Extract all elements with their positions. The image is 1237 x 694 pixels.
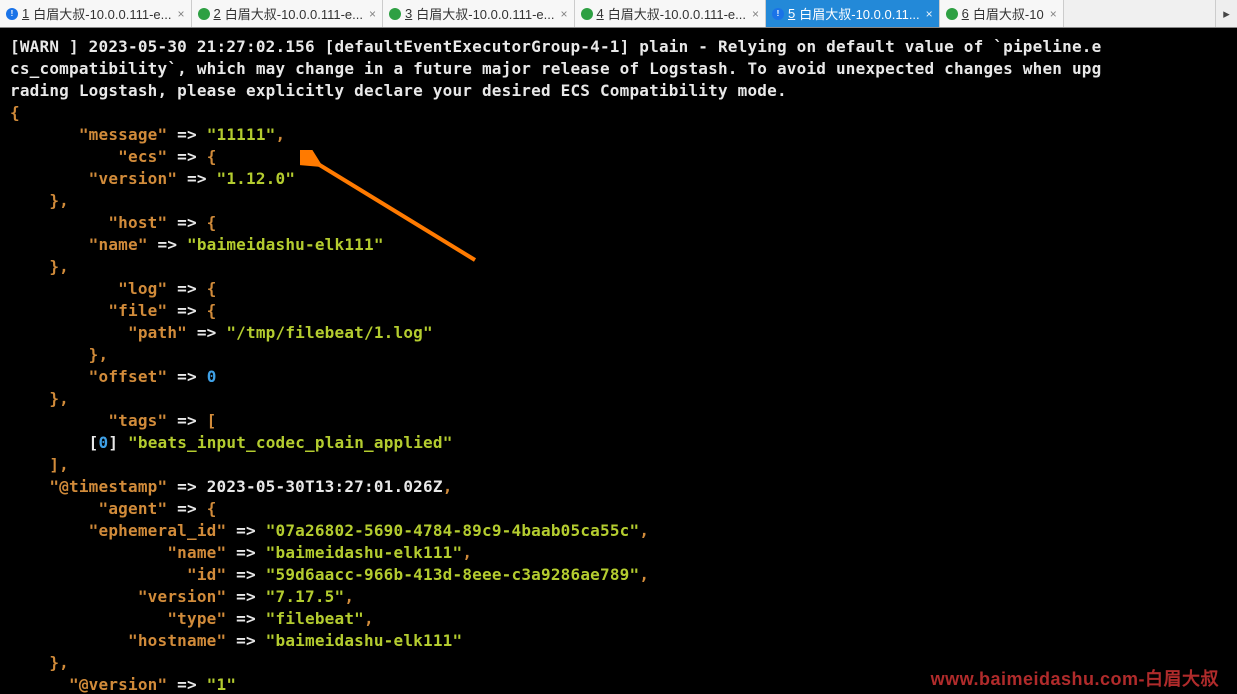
key-host: "host" [108, 213, 167, 232]
status-dot-icon: ! [772, 8, 784, 20]
val-agent-type: "filebeat" [266, 609, 364, 628]
tab-number: 5 [788, 6, 795, 21]
tab-session[interactable]: 4 白眉大叔-10.0.0.111-e... × [575, 0, 767, 27]
val-agent-name: "baimeidashu-elk111" [266, 543, 463, 562]
close-icon[interactable]: × [752, 7, 759, 21]
close-icon[interactable]: × [369, 7, 376, 21]
warn-line: [WARN ] 2023-05-30 21:27:02.156 [default… [10, 37, 1101, 56]
status-dot-icon [198, 8, 210, 20]
val-agent-version: "7.17.5" [266, 587, 345, 606]
warn-line: cs_compatibility`, which may change in a… [10, 59, 1101, 78]
tab-label: 白眉大叔-10.0.0.111-e... [416, 4, 554, 23]
val-offset: 0 [207, 367, 217, 386]
key-agent: "agent" [99, 499, 168, 518]
tab-session[interactable]: ! 5 白眉大叔-10.0.0.11... × [766, 0, 940, 27]
key-timestamp: "@timestamp" [49, 477, 167, 496]
key-version: "version" [89, 169, 178, 188]
val-agent-id: "59d6aacc-966b-413d-8eee-c3a9286ae789" [266, 565, 640, 584]
tab-label: 白眉大叔-10.0.0.111-e... [225, 4, 363, 23]
tab-label: 白眉大叔-10.0.0.11... [799, 4, 919, 23]
tab-number: 1 [22, 6, 29, 21]
tab-session[interactable]: 6 白眉大叔-10 × [940, 0, 1064, 27]
key-agent-name: "name" [167, 543, 226, 562]
close-icon[interactable]: × [177, 7, 184, 21]
val-at-version: "1" [207, 675, 237, 694]
tab-session[interactable]: ! 1 白眉大叔-10.0.0.111-e... × [0, 0, 192, 27]
val-agent-hostname: "baimeidashu-elk111" [266, 631, 463, 650]
val-ephemeral-id: "07a26802-5690-4784-89c9-4baab05ca55c" [266, 521, 640, 540]
key-agent-id: "id" [187, 565, 226, 584]
key-name: "name" [89, 235, 148, 254]
log-text: [WARN ] 2023-05-30 21:27:02.156 [default… [10, 36, 1227, 694]
tab-label: 白眉大叔-10 [973, 4, 1044, 23]
tab-session[interactable]: 2 白眉大叔-10.0.0.111-e... × [192, 0, 384, 27]
key-ephemeral-id: "ephemeral_id" [89, 521, 227, 540]
tab-number: 2 [214, 6, 221, 21]
key-log: "log" [118, 279, 167, 298]
chevron-right-icon: ▸ [1223, 6, 1230, 22]
key-ecs: "ecs" [118, 147, 167, 166]
tab-number: 6 [962, 6, 969, 21]
key-message: "message" [79, 125, 168, 144]
val-version: "1.12.0" [217, 169, 296, 188]
tabs-container: !1 白眉大叔-10.0.0.111-e...×2 白眉大叔-10.0.0.11… [0, 0, 1215, 27]
status-dot-icon [581, 8, 593, 20]
tab-label: 白眉大叔-10.0.0.111-e... [33, 4, 171, 23]
val-timestamp: 2023-05-30T13:27:01.026Z [207, 477, 443, 496]
status-dot-icon [389, 8, 401, 20]
key-agent-version: "version" [138, 587, 227, 606]
tab-label: 白眉大叔-10.0.0.111-e... [608, 4, 746, 23]
val-message: "11111" [207, 125, 276, 144]
key-file: "file" [108, 301, 167, 320]
key-agent-type: "type" [167, 609, 226, 628]
tab-scroll-right[interactable]: ▸ [1215, 0, 1237, 27]
brace: { [10, 103, 20, 122]
status-dot-icon: ! [6, 8, 18, 20]
key-path: "path" [128, 323, 187, 342]
status-dot-icon [946, 8, 958, 20]
key-at-version: "@version" [69, 675, 167, 694]
close-icon[interactable]: × [926, 7, 933, 21]
key-tags: "tags" [108, 411, 167, 430]
tab-number: 4 [597, 6, 604, 21]
val-host-name: "baimeidashu-elk111" [187, 235, 384, 254]
terminal-output[interactable]: [WARN ] 2023-05-30 21:27:02.156 [default… [0, 28, 1237, 694]
tab-bar: !1 白眉大叔-10.0.0.111-e...×2 白眉大叔-10.0.0.11… [0, 0, 1237, 28]
close-icon[interactable]: × [560, 7, 567, 21]
val-tags-0: "beats_input_codec_plain_applied" [128, 433, 452, 452]
val-path: "/tmp/filebeat/1.log" [226, 323, 433, 342]
tab-session[interactable]: 3 白眉大叔-10.0.0.111-e... × [383, 0, 575, 27]
key-offset: "offset" [89, 367, 168, 386]
tab-number: 3 [405, 6, 412, 21]
warn-line: rading Logstash, please explicitly decla… [10, 81, 787, 100]
close-icon[interactable]: × [1050, 7, 1057, 21]
key-agent-hostname: "hostname" [128, 631, 226, 650]
